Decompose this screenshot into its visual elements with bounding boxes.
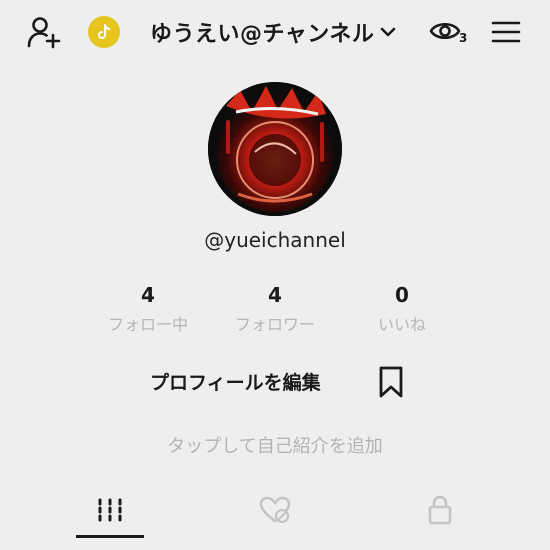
edit-profile-button[interactable]: プロフィールを編集	[150, 368, 321, 395]
account-switcher[interactable]: ゆうえい@チャンネル	[150, 14, 399, 50]
bio-placeholder[interactable]: タップして自己紹介を追加	[0, 432, 550, 458]
followers-count: 4	[268, 283, 282, 307]
videos-grid-icon[interactable]	[75, 490, 145, 530]
following-label: フォロー中	[107, 315, 188, 334]
add-user-icon[interactable]	[24, 12, 64, 52]
liked-hidden-icon[interactable]	[240, 490, 310, 530]
likes-stat[interactable]: 0 いいね	[342, 283, 462, 335]
chevron-down-icon	[381, 27, 396, 37]
followers-label: フォロワー	[234, 315, 315, 334]
likes-label: いいね	[377, 315, 426, 334]
top-bar: ゆうえい@チャンネル 3	[0, 0, 550, 64]
bookmark-icon[interactable]	[376, 364, 406, 400]
active-tab-indicator	[76, 535, 144, 538]
menu-icon[interactable]	[488, 14, 524, 50]
username-handle: @yueichannel	[204, 228, 346, 252]
private-lock-icon[interactable]	[405, 490, 475, 530]
followers-stat[interactable]: 4 フォロワー	[215, 283, 335, 335]
profile-views-count: 3	[459, 31, 468, 45]
avatar[interactable]	[208, 82, 342, 216]
likes-count: 0	[395, 283, 409, 307]
profile-views-button[interactable]: 3	[428, 14, 472, 50]
tiktok-coin-icon[interactable]	[88, 16, 120, 48]
page-title: ゆうえい@チャンネル	[150, 22, 375, 47]
following-stat[interactable]: 4 フォロー中	[88, 283, 208, 335]
following-count: 4	[141, 283, 155, 307]
